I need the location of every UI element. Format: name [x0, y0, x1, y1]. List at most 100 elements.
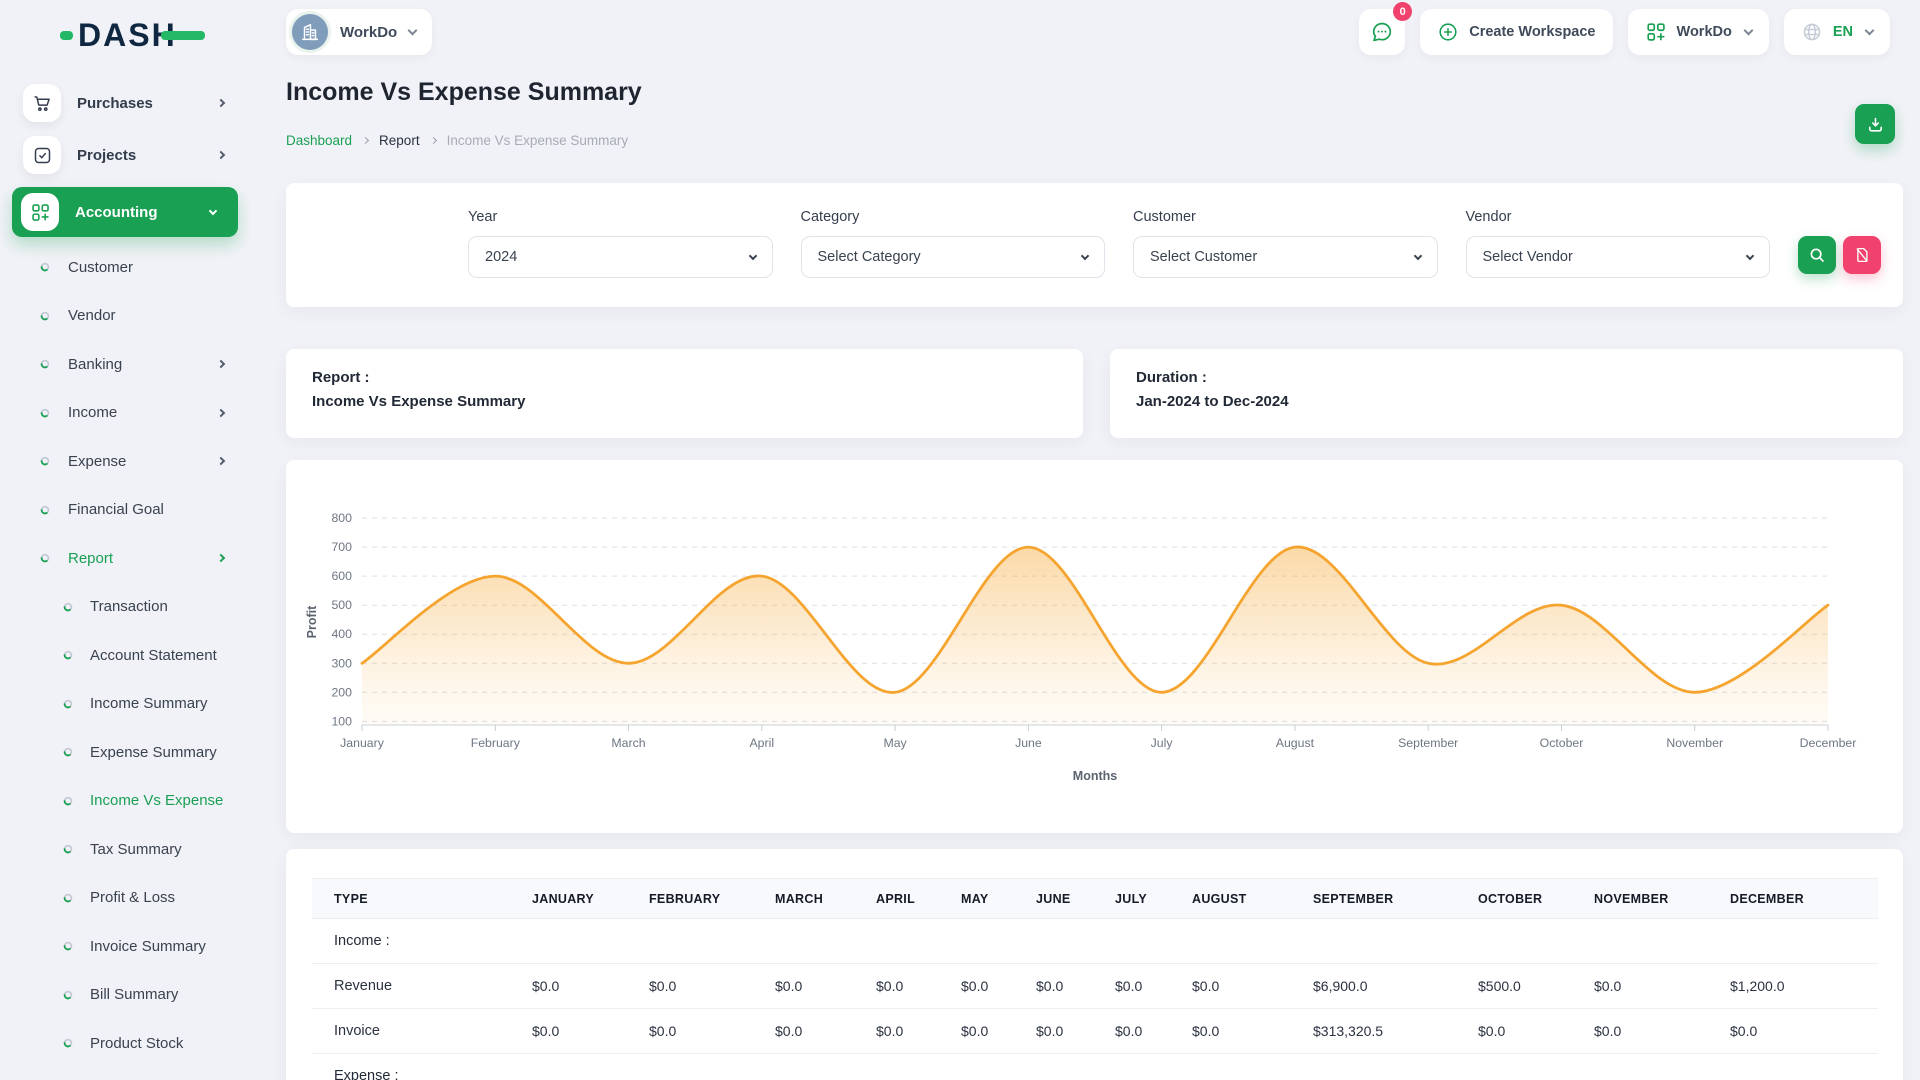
- filter-customer: Customer Select Customer: [1133, 209, 1438, 278]
- chevron-down-icon: [209, 206, 217, 214]
- sidebar-item-label: Report: [68, 550, 113, 567]
- sidebar-item-purchases[interactable]: Purchases: [0, 77, 250, 129]
- svg-text:January: January: [340, 736, 385, 750]
- sidebar-item-expense[interactable]: Expense: [0, 437, 250, 486]
- row-type-label: Invoice: [312, 1009, 532, 1054]
- table-row-revenue: Revenue$0.0$0.0$0.0$0.0$0.0$0.0$0.0$0.0$…: [312, 964, 1878, 1009]
- sidebar-item-vendor[interactable]: Vendor: [0, 292, 250, 341]
- sidebar-item-product-stock[interactable]: Product Stock: [0, 1019, 250, 1068]
- svg-text:August: August: [1276, 736, 1315, 750]
- sidebar-item-profit-loss[interactable]: Profit & Loss: [0, 874, 250, 923]
- search-icon: [1808, 246, 1826, 264]
- sidebar-item-invoice-summary[interactable]: Invoice Summary: [0, 922, 250, 971]
- col-header-november: NOVEMBER: [1594, 879, 1730, 919]
- chevron-right-icon: [217, 457, 225, 465]
- sidebar-item-banking[interactable]: Banking: [0, 340, 250, 389]
- sidebar-item-label: Expense: [68, 453, 126, 470]
- bullet-icon: [40, 359, 50, 369]
- svg-text:May: May: [883, 736, 907, 750]
- workspace-switcher[interactable]: WorkDo: [286, 9, 432, 55]
- sidebar-item-tax-summary[interactable]: Tax Summary: [0, 825, 250, 874]
- sidebar-item-account-statement[interactable]: Account Statement: [0, 631, 250, 680]
- sidebar-item-label: Income Vs Expense: [90, 792, 223, 809]
- breadcrumb-report[interactable]: Report: [379, 133, 420, 148]
- sidebar-item-report[interactable]: Report: [0, 534, 250, 583]
- amount-cell: $0.0: [1115, 964, 1192, 1009]
- amount-cell: $0.0: [649, 964, 775, 1009]
- sidebar-item-projects[interactable]: Projects: [0, 129, 250, 181]
- building-icon: [292, 14, 328, 50]
- sidebar-item-label: Accounting: [75, 204, 158, 221]
- sidebar-item-income-vs-expense[interactable]: Income Vs Expense: [0, 777, 250, 826]
- amount-cell: $0.0: [532, 964, 649, 1009]
- breadcrumb-current: Income Vs Expense Summary: [447, 133, 629, 148]
- select-vendor[interactable]: Select Vendor: [1466, 236, 1771, 278]
- filter-actions: [1798, 236, 1881, 274]
- col-header-september: SEPTEMBER: [1313, 879, 1478, 919]
- chevron-down-icon: [1413, 251, 1421, 259]
- table-header-row: TYPEJANUARYFEBRUARYMARCHAPRILMAYJUNEJULY…: [312, 879, 1878, 919]
- svg-text:300: 300: [331, 656, 352, 670]
- amount-cell: $0.0: [1036, 964, 1115, 1009]
- grid-plus-icon: [1645, 21, 1667, 43]
- duration-card-title: Duration :: [1136, 369, 1877, 386]
- svg-text:200: 200: [331, 685, 352, 699]
- svg-text:March: March: [611, 736, 645, 750]
- sidebar-item-financial-goal[interactable]: Financial Goal: [0, 486, 250, 535]
- amount-cell: $0.0: [961, 1009, 1036, 1054]
- messages-badge: 0: [1393, 2, 1412, 21]
- filter-label-vendor: Vendor: [1466, 209, 1771, 225]
- sidebar-item-label: Product Stock: [90, 1035, 183, 1052]
- plus-circle-icon: [1437, 21, 1459, 43]
- sidebar-item-income-summary[interactable]: Income Summary: [0, 680, 250, 729]
- sidebar-item-label: Invoice Summary: [90, 938, 206, 955]
- language-selector[interactable]: EN: [1784, 9, 1890, 55]
- table-row-invoice: Invoice$0.0$0.0$0.0$0.0$0.0$0.0$0.0$0.0$…: [312, 1009, 1878, 1054]
- sidebar-item-label: Account Statement: [90, 647, 217, 664]
- check-square-icon: [23, 136, 61, 174]
- search-button[interactable]: [1798, 236, 1836, 274]
- amount-cell: $0.0: [1192, 1009, 1313, 1054]
- svg-text:July: July: [1151, 736, 1174, 750]
- profit-area-chart: JanuaryFebruaryMarchAprilMayJuneJulyAugu…: [286, 460, 1903, 833]
- page-title: Income Vs Expense Summary: [286, 78, 642, 107]
- chevron-right-icon: [217, 99, 225, 107]
- income-expense-table: TYPEJANUARYFEBRUARYMARCHAPRILMAYJUNEJULY…: [312, 878, 1878, 1080]
- reset-button[interactable]: [1843, 236, 1881, 274]
- sidebar-item-accounting[interactable]: Accounting: [12, 187, 238, 237]
- bullet-icon: [63, 602, 73, 612]
- company-menu-button[interactable]: WorkDo: [1628, 9, 1769, 55]
- amount-cell: $0.0: [532, 1009, 649, 1054]
- brand-logo[interactable]: DASH: [60, 16, 205, 54]
- sidebar-item-expense-summary[interactable]: Expense Summary: [0, 728, 250, 777]
- breadcrumb-dashboard[interactable]: Dashboard: [286, 133, 352, 148]
- bullet-icon: [40, 311, 50, 321]
- create-workspace-button[interactable]: Create Workspace: [1420, 9, 1612, 55]
- select-customer[interactable]: Select Customer: [1133, 236, 1438, 278]
- sidebar-item-income[interactable]: Income: [0, 389, 250, 438]
- table-section-income: Income :: [312, 919, 1878, 964]
- col-header-october: OCTOBER: [1478, 879, 1594, 919]
- filter-label-customer: Customer: [1133, 209, 1438, 225]
- amount-cell: $0.0: [876, 1009, 961, 1054]
- messages-button[interactable]: 0: [1359, 9, 1405, 55]
- amount-cell: $6,900.0: [1313, 964, 1478, 1009]
- row-type-label: Revenue: [312, 964, 532, 1009]
- col-header-june: JUNE: [1036, 879, 1115, 919]
- cart-icon: [23, 84, 61, 122]
- sidebar-item-label: Projects: [77, 147, 136, 164]
- sidebar-item-customer[interactable]: Customer: [0, 243, 250, 292]
- sidebar-item-cash-flow[interactable]: Cash Flow: [0, 1068, 250, 1080]
- chevron-down-icon: [1746, 251, 1754, 259]
- sidebar-item-transaction[interactable]: Transaction: [0, 583, 250, 632]
- sidebar-item-label: Income Summary: [90, 695, 208, 712]
- col-header-march: MARCH: [775, 879, 876, 919]
- select-year[interactable]: 2024: [468, 236, 773, 278]
- bullet-icon: [63, 747, 73, 757]
- select-category[interactable]: Select Category: [801, 236, 1106, 278]
- download-button[interactable]: [1855, 104, 1895, 144]
- sidebar-item-bill-summary[interactable]: Bill Summary: [0, 971, 250, 1020]
- filter-label-year: Year: [468, 209, 773, 225]
- chevron-down-icon: [748, 251, 756, 259]
- chevron-down-icon: [1865, 26, 1875, 36]
